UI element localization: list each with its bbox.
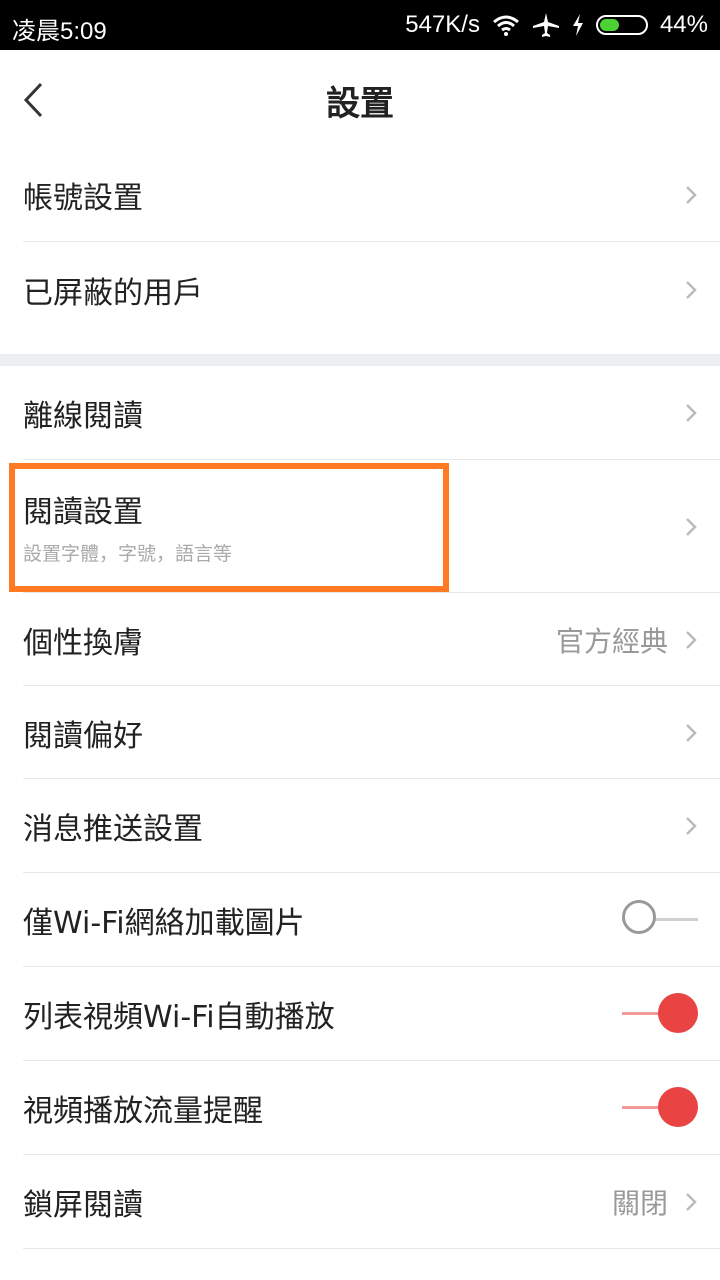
battery-fill bbox=[599, 19, 620, 31]
page-title: 設置 bbox=[326, 84, 394, 124]
charging-icon bbox=[572, 14, 583, 36]
battery-percent: 44% bbox=[659, 11, 708, 38]
offline-reading-item[interactable]: 離線閱讀 bbox=[0, 366, 720, 460]
blocked-users-item[interactable]: 已屏蔽的用戶 bbox=[0, 242, 720, 338]
wifi-icon bbox=[492, 15, 519, 36]
toggle-knob bbox=[622, 900, 656, 934]
chevron-right-icon bbox=[686, 281, 697, 299]
chevron-right-icon bbox=[686, 723, 697, 742]
item-label: 僅Wi-Fi網絡加載圖片 bbox=[23, 906, 305, 941]
wifi-images-toggle[interactable] bbox=[622, 900, 698, 940]
account-section: 帳號設置 已屏蔽的用戶 bbox=[0, 148, 720, 338]
data-usage-reminder-toggle[interactable] bbox=[622, 1087, 698, 1128]
airplane-icon bbox=[532, 13, 559, 37]
wifi-images-item: 僅Wi-Fi網絡加載圖片 bbox=[0, 873, 720, 967]
status-right-group: 547K/s 44% bbox=[405, 11, 708, 39]
status-bar: 凌晨5:09 547K/s 44% bbox=[0, 0, 720, 50]
chevron-right-icon bbox=[686, 1193, 697, 1211]
divider bbox=[23, 1248, 720, 1249]
data-usage-reminder-item: 視頻播放流量提醒 bbox=[0, 1061, 720, 1155]
reading-preference-item[interactable]: 閱讀偏好 bbox=[0, 686, 720, 779]
skin-theme-item[interactable]: 個性換膚 官方經典 bbox=[0, 593, 720, 686]
app-header: 設置 bbox=[0, 50, 720, 148]
network-speed: 547K/s bbox=[405, 11, 480, 38]
item-label: 閱讀偏好 bbox=[23, 718, 143, 754]
push-notification-item[interactable]: 消息推送設置 bbox=[0, 779, 720, 873]
battery-icon bbox=[595, 15, 648, 35]
chevron-right-icon bbox=[686, 517, 697, 536]
reading-settings-item[interactable]: 閱讀設置 設置字體，字號，語言等 bbox=[0, 460, 720, 593]
autoplay-video-item: 列表視頻Wi-Fi自動播放 bbox=[0, 967, 720, 1061]
chevron-right-icon bbox=[686, 817, 697, 835]
toggle-knob bbox=[658, 1087, 698, 1127]
item-label: 消息推送設置 bbox=[23, 812, 203, 847]
battery-indicator bbox=[595, 15, 648, 35]
account-settings-item[interactable]: 帳號設置 bbox=[0, 148, 720, 242]
chevron-right-icon bbox=[686, 630, 697, 649]
section-divider bbox=[0, 354, 720, 366]
item-label: 已屏蔽的用戶 bbox=[23, 276, 203, 311]
item-label: 閱讀設置 bbox=[23, 495, 143, 530]
status-time: 凌晨5:09 bbox=[12, 18, 107, 45]
item-label: 帳號設置 bbox=[23, 181, 143, 216]
toggle-knob bbox=[658, 993, 698, 1033]
autoplay-video-toggle[interactable] bbox=[622, 993, 698, 1034]
item-sublabel: 設置字體，字號，語言等 bbox=[23, 543, 233, 565]
lockscreen-reading-item[interactable]: 鎖屏閱讀 關閉 bbox=[0, 1155, 720, 1249]
chevron-right-icon bbox=[686, 404, 697, 422]
item-label: 鎖屏閱讀 bbox=[23, 1188, 143, 1223]
reading-section: 離線閱讀 閱讀設置 設置字體，字號，語言等 個性換膚 官方經典 閱讀偏好 消息推… bbox=[0, 366, 720, 1249]
item-label: 列表視頻Wi-Fi自動播放 bbox=[23, 1000, 335, 1035]
item-value: 官方經典 bbox=[555, 624, 668, 658]
item-label: 離線閱讀 bbox=[23, 399, 143, 434]
item-value: 關閉 bbox=[611, 1187, 668, 1220]
chevron-right-icon bbox=[686, 186, 697, 204]
item-label: 視頻播放流量提醒 bbox=[23, 1094, 263, 1129]
item-label: 個性換膚 bbox=[23, 625, 143, 661]
